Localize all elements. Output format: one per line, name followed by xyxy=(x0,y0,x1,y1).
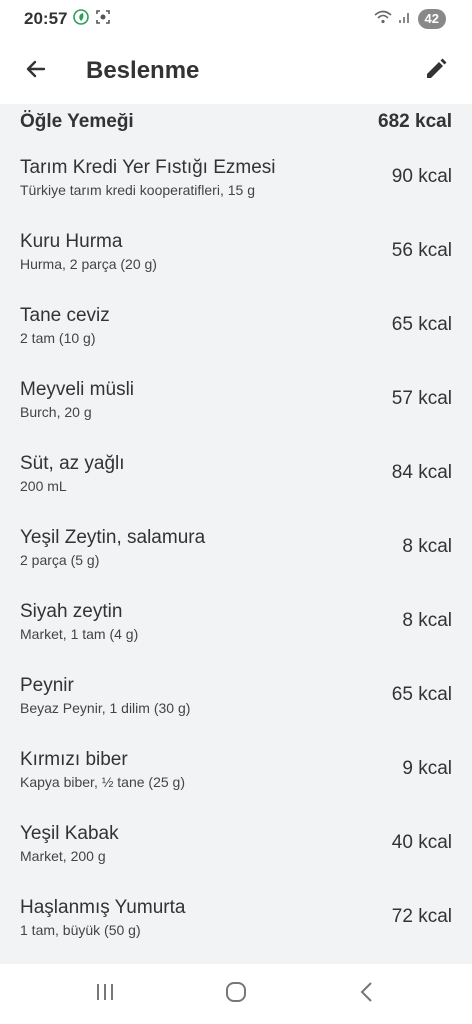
food-text: Kırmızı biber Kapya biber, ½ tane (25 g) xyxy=(20,748,185,791)
food-kcal: 90 kcal xyxy=(391,166,452,187)
meal-detail-list[interactable]: Öğle Yemeği 682 kcal Tarım Kredi Yer Fıs… xyxy=(0,104,472,964)
food-item[interactable]: Tarım Kredi Yer Fıstığı Ezmesi Türkiye t… xyxy=(0,140,472,214)
battery-badge: 42 xyxy=(417,9,446,29)
food-item[interactable]: Tane ceviz 2 tam (10 g) 65 kcal xyxy=(0,288,472,362)
food-text: Tane ceviz 2 tam (10 g) xyxy=(20,304,110,347)
meal-total-kcal: 682 kcal xyxy=(378,111,452,132)
food-item[interactable]: Süt, az yağlı 200 mL 84 kcal xyxy=(0,436,472,510)
food-kcal: 65 kcal xyxy=(391,684,452,705)
food-name: Yeşil Kabak xyxy=(20,822,119,844)
recent-apps-button[interactable] xyxy=(75,972,135,1016)
food-name: Süt, az yağlı xyxy=(20,452,125,474)
food-description: Beyaz Peynir, 1 dilim (30 g) xyxy=(20,699,191,716)
food-description: Burch, 20 g xyxy=(20,403,92,420)
food-text: Siyah zeytin Market, 1 tam (4 g) xyxy=(20,600,138,643)
food-kcal: 57 kcal xyxy=(391,388,452,409)
food-text: Yeşil Kabak Market, 200 g xyxy=(20,822,119,865)
food-item[interactable]: Yeşil Zeytin, salamura 2 parça (5 g) 8 k… xyxy=(0,510,472,584)
food-text: Meyveli müsli Burch, 20 g xyxy=(20,378,134,421)
pencil-icon xyxy=(424,57,448,86)
food-kcal: 8 kcal xyxy=(402,536,452,557)
food-text: Tarım Kredi Yer Fıstığı Ezmesi Türkiye t… xyxy=(20,156,276,199)
food-description: 2 tam (10 g) xyxy=(20,329,96,346)
food-description: Hurma, 2 parça (20 g) xyxy=(20,255,157,272)
food-name: Kırmızı biber xyxy=(20,748,128,770)
food-name: Yeşil Zeytin, salamura xyxy=(20,526,206,548)
food-item[interactable]: Haşlanmış Yumurta 1 tam, büyük (50 g) 72… xyxy=(0,880,472,954)
screen-record-icon xyxy=(95,9,111,30)
food-kcal: 84 kcal xyxy=(391,462,452,483)
food-description: Kapya biber, ½ tane (25 g) xyxy=(20,773,185,790)
food-item[interactable]: Peynir Beyaz Peynir, 1 dilim (30 g) 65 k… xyxy=(0,658,472,732)
status-bar: 20:57 42 xyxy=(0,0,472,38)
meal-name: Öğle Yemeği xyxy=(20,111,134,132)
food-kcal: 65 kcal xyxy=(391,314,452,335)
food-kcal: 8 kcal xyxy=(402,610,452,631)
food-text: Süt, az yağlı 200 mL xyxy=(20,452,125,495)
food-description: Türkiye tarım kredi kooperatifleri, 15 g xyxy=(20,181,255,198)
food-name: Tane ceviz xyxy=(20,304,110,326)
home-icon xyxy=(225,981,247,1008)
status-right: 42 xyxy=(374,9,446,29)
wifi-icon xyxy=(374,9,392,29)
food-name: Kuru Hurma xyxy=(20,230,123,252)
food-name: Peynir xyxy=(20,674,74,696)
food-name: Tarım Kredi Yer Fıstığı Ezmesi xyxy=(20,156,276,178)
food-description: Market, 1 tam (4 g) xyxy=(20,625,139,642)
recent-apps-icon xyxy=(94,982,116,1007)
arrow-left-icon xyxy=(24,57,48,86)
back-button[interactable] xyxy=(18,53,54,89)
status-time: 20:57 xyxy=(24,9,68,28)
food-kcal: 9 kcal xyxy=(402,758,452,779)
food-name: Meyveli müsli xyxy=(20,378,135,400)
system-nav-bar xyxy=(0,964,472,1024)
food-name: Siyah zeytin xyxy=(20,600,123,622)
food-text: Peynir Beyaz Peynir, 1 dilim (30 g) xyxy=(20,674,190,717)
food-kcal: 72 kcal xyxy=(391,906,452,927)
food-kcal: 56 kcal xyxy=(391,240,452,261)
food-description: 2 parça (5 g) xyxy=(20,551,100,568)
food-description: 1 tam, büyük (50 g) xyxy=(20,921,141,938)
food-text: Yeşil Zeytin, salamura 2 parça (5 g) xyxy=(20,526,205,569)
status-left: 20:57 xyxy=(24,8,111,30)
food-description: 200 mL xyxy=(20,477,67,494)
food-item[interactable]: Kuru Hurma Hurma, 2 parça (20 g) 56 kcal xyxy=(0,214,472,288)
food-text: Haşlanmış Yumurta 1 tam, büyük (50 g) xyxy=(20,896,185,939)
back-icon xyxy=(359,981,375,1008)
meal-header: Öğle Yemeği 682 kcal xyxy=(0,104,472,140)
food-description: Market, 200 g xyxy=(20,847,106,864)
food-item[interactable]: Siyah zeytin Market, 1 tam (4 g) 8 kcal xyxy=(0,584,472,658)
system-back-button[interactable] xyxy=(337,972,397,1016)
food-item[interactable]: Yeşil Kabak Market, 200 g 40 kcal xyxy=(0,806,472,880)
food-item[interactable]: Meyveli müsli Burch, 20 g 57 kcal xyxy=(0,362,472,436)
signal-icon xyxy=(398,9,412,29)
leaf-icon xyxy=(73,8,90,30)
food-item[interactable]: Kırmızı biber Kapya biber, ½ tane (25 g)… xyxy=(0,732,472,806)
food-name: Haşlanmış Yumurta xyxy=(20,896,186,918)
food-kcal: 40 kcal xyxy=(391,832,452,853)
app-bar: Beslenme xyxy=(0,38,472,104)
home-button[interactable] xyxy=(206,972,266,1016)
page-title: Beslenme xyxy=(86,57,200,84)
food-text: Kuru Hurma Hurma, 2 parça (20 g) xyxy=(20,230,157,273)
edit-button[interactable] xyxy=(418,53,454,89)
